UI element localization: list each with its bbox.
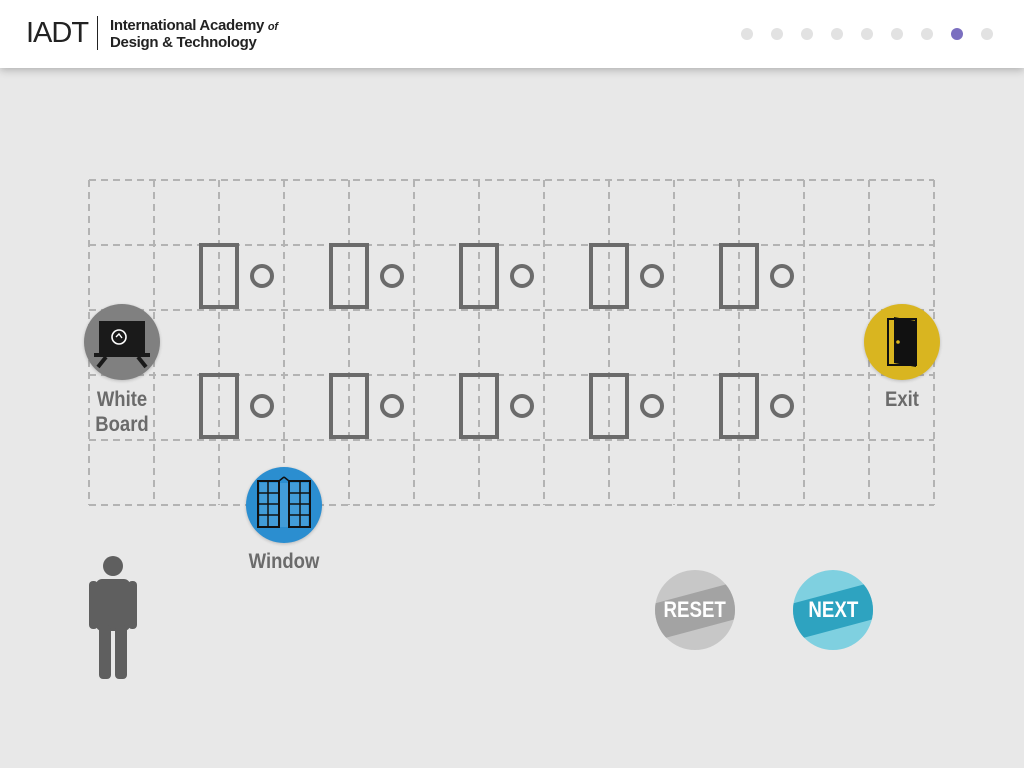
page-dot-8[interactable] bbox=[951, 28, 963, 40]
chair bbox=[510, 264, 534, 288]
person-icon bbox=[89, 556, 137, 679]
logo-line2: Design & Technology bbox=[110, 34, 257, 51]
desk-seat[interactable] bbox=[719, 373, 794, 439]
page-dot-5[interactable] bbox=[861, 28, 873, 40]
desk-seat[interactable] bbox=[329, 243, 404, 309]
logo-line1: International Academy bbox=[110, 17, 265, 34]
chair bbox=[640, 394, 664, 418]
classroom-layout bbox=[88, 179, 935, 506]
desk-seat[interactable] bbox=[589, 243, 664, 309]
chair bbox=[770, 394, 794, 418]
logo-divider bbox=[97, 16, 98, 50]
chair bbox=[250, 394, 274, 418]
page-dot-1[interactable] bbox=[741, 28, 753, 40]
window-icon[interactable] bbox=[246, 467, 322, 543]
app-header: IADT International Academy of Design & T… bbox=[0, 0, 1024, 68]
page-dot-2[interactable] bbox=[771, 28, 783, 40]
next-button[interactable]: NEXT bbox=[793, 570, 873, 650]
whiteboard-icon[interactable] bbox=[84, 304, 160, 380]
chair bbox=[510, 394, 534, 418]
exit-label: Exit bbox=[885, 388, 919, 411]
chair bbox=[380, 264, 404, 288]
seating-grid bbox=[88, 179, 935, 506]
chair bbox=[640, 264, 664, 288]
desk-seat[interactable] bbox=[459, 373, 534, 439]
desk-seat[interactable] bbox=[719, 243, 794, 309]
chair bbox=[250, 264, 274, 288]
desk-seat[interactable] bbox=[459, 243, 534, 309]
chair bbox=[770, 264, 794, 288]
whiteboard-label: White Board bbox=[95, 388, 149, 436]
desk-seat[interactable] bbox=[199, 373, 274, 439]
page-dot-3[interactable] bbox=[801, 28, 813, 40]
page-dot-7[interactable] bbox=[921, 28, 933, 40]
logo-line1-suffix: of bbox=[267, 21, 278, 33]
chair bbox=[380, 394, 404, 418]
logo-text: International Academy of Design & Techno… bbox=[110, 18, 278, 51]
desk-seat[interactable] bbox=[199, 243, 274, 309]
reset-button[interactable]: RESET bbox=[655, 570, 735, 650]
page-dot-6[interactable] bbox=[891, 28, 903, 40]
desk-seat[interactable] bbox=[589, 373, 664, 439]
door-icon[interactable] bbox=[864, 304, 940, 380]
window-label: Window bbox=[248, 550, 320, 573]
page-dot-4[interactable] bbox=[831, 28, 843, 40]
desk-seat[interactable] bbox=[329, 373, 404, 439]
page-dot-9[interactable] bbox=[981, 28, 993, 40]
logo-mark: IADT bbox=[26, 17, 89, 49]
